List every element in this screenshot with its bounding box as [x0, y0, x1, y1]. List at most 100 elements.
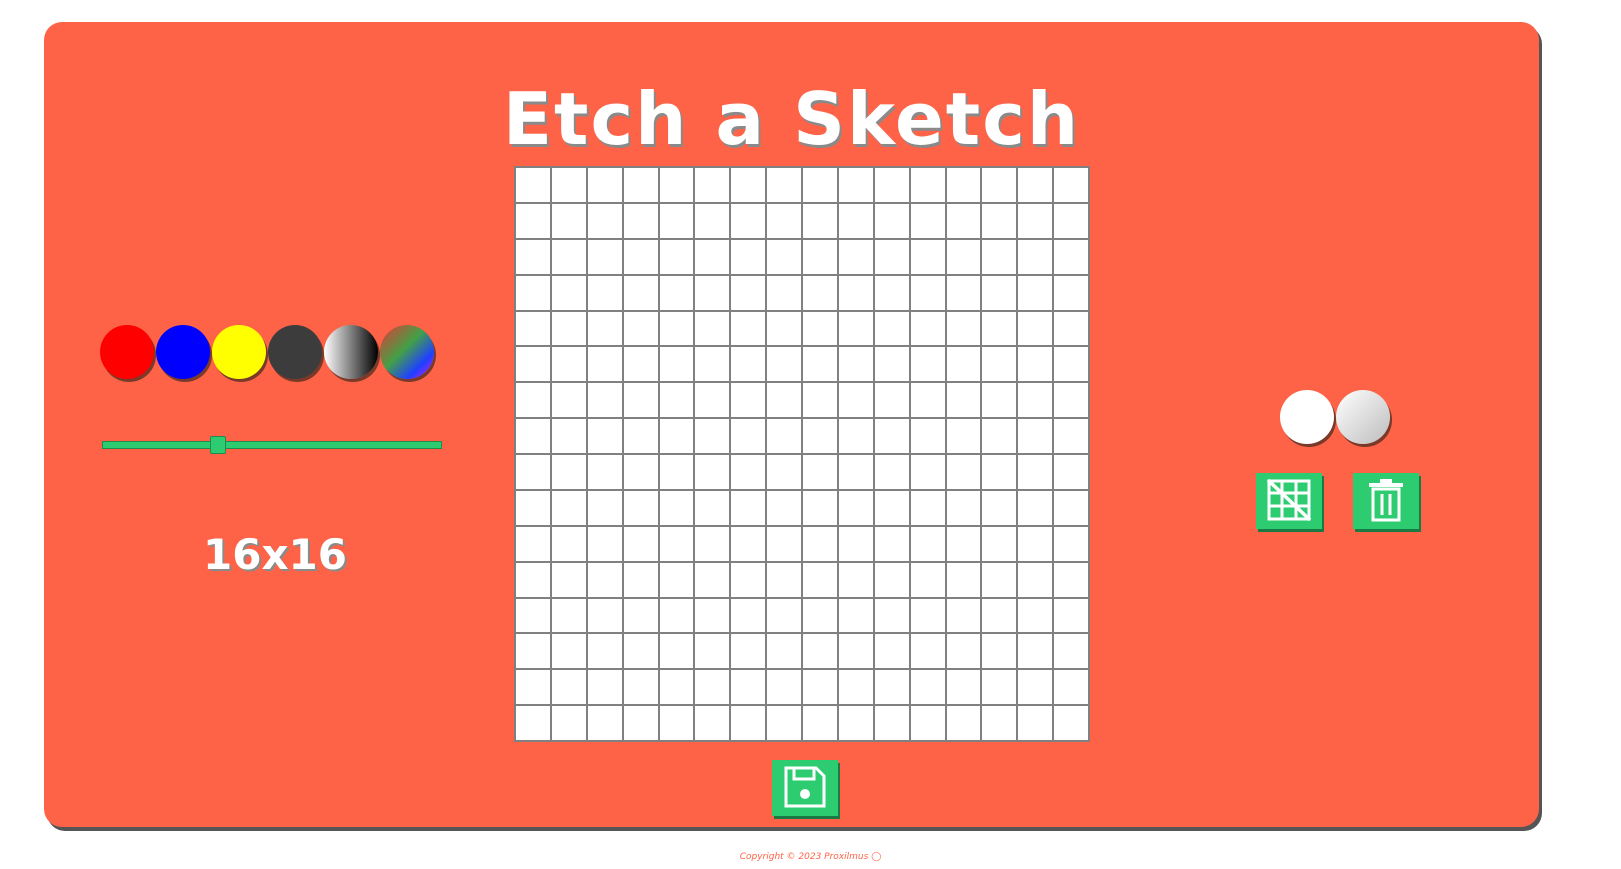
grid-cell[interactable]	[731, 347, 766, 382]
grid-cell[interactable]	[516, 706, 550, 740]
grid-cell[interactable]	[838, 670, 873, 705]
grid-cell[interactable]	[982, 383, 1017, 418]
grid-cell[interactable]	[803, 311, 837, 346]
grid-cell[interactable]	[551, 598, 586, 633]
grid-cell[interactable]	[767, 239, 801, 274]
grid-cell[interactable]	[910, 275, 945, 310]
grid-cell[interactable]	[659, 311, 694, 346]
grid-cell[interactable]	[803, 419, 837, 453]
grid-cell[interactable]	[874, 203, 909, 238]
grid-cell[interactable]	[946, 311, 981, 346]
grid-cell[interactable]	[803, 634, 837, 669]
grid-cell[interactable]	[946, 562, 981, 597]
grid-cell[interactable]	[1018, 203, 1053, 238]
grid-cell[interactable]	[1018, 383, 1053, 418]
grid-cell[interactable]	[551, 634, 586, 669]
grid-cell[interactable]	[1018, 168, 1053, 202]
grid-cell[interactable]	[838, 168, 873, 202]
grid-cell[interactable]	[516, 670, 550, 705]
grid-cell[interactable]	[551, 311, 586, 346]
grid-cell[interactable]	[946, 706, 981, 740]
grid-cell[interactable]	[695, 598, 730, 633]
grid-cell[interactable]	[982, 347, 1017, 382]
grid-cell[interactable]	[982, 275, 1017, 310]
grid-cell[interactable]	[623, 455, 658, 489]
grid-cell[interactable]	[551, 383, 586, 418]
grid-cell[interactable]	[516, 562, 550, 597]
grid-cell[interactable]	[803, 670, 837, 705]
grid-cell[interactable]	[946, 275, 981, 310]
grid-cell[interactable]	[767, 275, 801, 310]
grid-cell[interactable]	[838, 383, 873, 418]
grid-cell[interactable]	[695, 383, 730, 418]
grid-cell[interactable]	[731, 311, 766, 346]
grid-cell[interactable]	[587, 275, 622, 310]
grid-cell[interactable]	[1018, 419, 1053, 453]
grid-cell[interactable]	[767, 634, 801, 669]
toggle-grid-lines-button[interactable]	[1256, 473, 1322, 529]
grid-cell[interactable]	[587, 562, 622, 597]
grid-cell[interactable]	[1018, 275, 1053, 310]
grid-cell[interactable]	[1054, 490, 1088, 525]
grid-cell[interactable]	[803, 706, 837, 740]
grid-cell[interactable]	[803, 383, 837, 418]
grid-cell[interactable]	[695, 706, 730, 740]
grid-cell[interactable]	[623, 598, 658, 633]
grid-cell[interactable]	[516, 383, 550, 418]
color-swatch-grayscale-gradient[interactable]	[324, 325, 378, 379]
grid-cell[interactable]	[982, 490, 1017, 525]
grid-cell[interactable]	[910, 706, 945, 740]
grid-cell[interactable]	[587, 598, 622, 633]
grid-cell[interactable]	[946, 634, 981, 669]
grid-cell[interactable]	[910, 526, 945, 561]
grid-cell[interactable]	[551, 526, 586, 561]
grid-cell[interactable]	[910, 634, 945, 669]
grid-cell[interactable]	[731, 706, 766, 740]
grid-cell[interactable]	[659, 383, 694, 418]
grid-cell[interactable]	[767, 598, 801, 633]
grid-cell[interactable]	[587, 634, 622, 669]
grid-cell[interactable]	[1018, 670, 1053, 705]
grid-cell[interactable]	[874, 490, 909, 525]
grid-cell[interactable]	[1018, 311, 1053, 346]
grid-cell[interactable]	[659, 239, 694, 274]
grid-cell[interactable]	[623, 490, 658, 525]
grid-cell[interactable]	[874, 311, 909, 346]
grid-cell[interactable]	[516, 311, 550, 346]
grid-cell[interactable]	[695, 419, 730, 453]
grid-cell[interactable]	[1054, 455, 1088, 489]
grid-size-slider-track[interactable]	[102, 441, 442, 449]
grid-cell[interactable]	[910, 311, 945, 346]
grid-cell[interactable]	[1054, 168, 1088, 202]
grid-cell[interactable]	[659, 562, 694, 597]
grid-cell[interactable]	[659, 706, 694, 740]
save-image-button[interactable]	[772, 760, 838, 816]
grid-cell[interactable]	[946, 239, 981, 274]
grid-cell[interactable]	[1054, 526, 1088, 561]
grid-cell[interactable]	[659, 419, 694, 453]
grid-cell[interactable]	[982, 706, 1017, 740]
grid-cell[interactable]	[1018, 634, 1053, 669]
grid-cell[interactable]	[838, 562, 873, 597]
grid-cell[interactable]	[982, 168, 1017, 202]
grid-cell[interactable]	[516, 347, 550, 382]
grid-cell[interactable]	[946, 203, 981, 238]
github-icon[interactable]: ◯	[871, 852, 881, 862]
grid-cell[interactable]	[551, 706, 586, 740]
grid-cell[interactable]	[731, 168, 766, 202]
grid-cell[interactable]	[874, 562, 909, 597]
grid-cell[interactable]	[1018, 490, 1053, 525]
grid-cell[interactable]	[874, 383, 909, 418]
grid-cell[interactable]	[695, 562, 730, 597]
grid-cell[interactable]	[946, 526, 981, 561]
grid-cell[interactable]	[731, 419, 766, 453]
grid-cell[interactable]	[767, 526, 801, 561]
grid-cell[interactable]	[838, 203, 873, 238]
grid-cell[interactable]	[946, 455, 981, 489]
grid-cell[interactable]	[874, 706, 909, 740]
grid-cell[interactable]	[623, 275, 658, 310]
grid-cell[interactable]	[659, 598, 694, 633]
grid-cell[interactable]	[516, 455, 550, 489]
grid-cell[interactable]	[516, 275, 550, 310]
grid-cell[interactable]	[1054, 670, 1088, 705]
